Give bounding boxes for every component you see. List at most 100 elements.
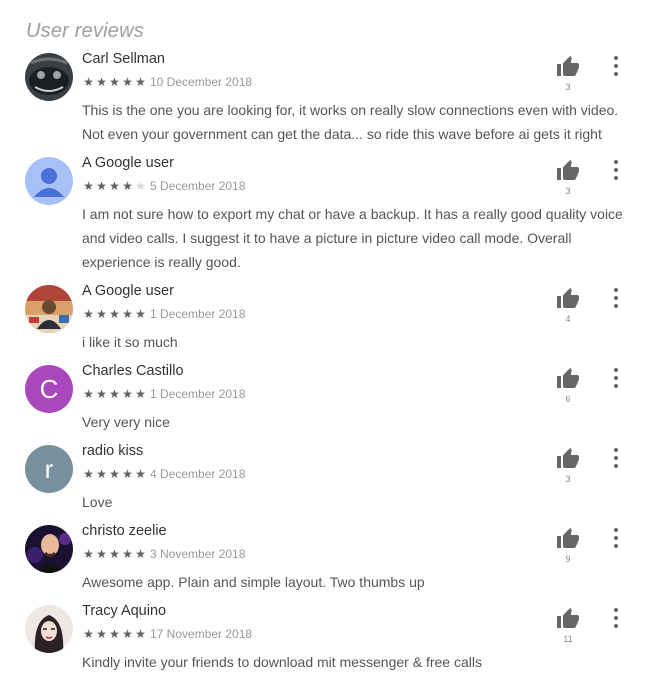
more-options-icon[interactable]: [609, 528, 623, 548]
menu-dot: [614, 288, 618, 292]
thumbs-up-icon[interactable]: [555, 159, 581, 183]
star-icon: ★: [135, 179, 146, 193]
review-date: 5 December 2018: [150, 179, 246, 193]
reviewer-name: Tracy Aquino: [82, 603, 167, 619]
star-icon: ★: [109, 387, 120, 401]
more-options-icon[interactable]: [609, 160, 623, 180]
review-date: 17 November 2018: [150, 627, 253, 641]
star-rating: ★ ★ ★ ★ ★: [82, 76, 147, 88]
star-icon: ★: [96, 387, 107, 401]
star-icon: ★: [109, 627, 120, 641]
reviewer-name: Charles Castillo: [82, 363, 184, 379]
star-icon: ★: [135, 467, 146, 481]
avatar-letter[interactable]: r: [25, 445, 73, 493]
menu-dot: [614, 448, 618, 452]
star-icon: ★: [135, 547, 146, 561]
review-meta: ★ ★ ★ ★ ★ 10 December 2018: [82, 75, 252, 89]
star-icon: ★: [135, 75, 146, 89]
review-date: 1 December 2018: [150, 387, 246, 401]
menu-dot: [614, 176, 618, 180]
menu-dot: [614, 608, 618, 612]
star-icon: ★: [83, 387, 94, 401]
star-icon: ★: [122, 467, 133, 481]
review-meta: ★ ★ ★ ★ ★ 17 November 2018: [82, 627, 252, 641]
avatar-initial: r: [44, 453, 54, 484]
review-meta: ★ ★ ★ ★ ★ 3 November 2018: [82, 547, 245, 561]
section-title: User reviews: [26, 20, 144, 42]
bald-man-photo[interactable]: [25, 525, 73, 573]
more-options-icon[interactable]: [609, 448, 623, 468]
dark-creature-photo[interactable]: [25, 53, 73, 101]
review-item: A Google user ★ ★ ★ ★ ★ 5 December 2018 I am no…: [0, 154, 647, 282]
star-icon: ★: [109, 179, 120, 193]
star-rating: ★ ★ ★ ★ ★: [82, 628, 147, 640]
review-date: 1 December 2018: [150, 307, 246, 321]
star-icon: ★: [83, 307, 94, 321]
star-rating: ★ ★ ★ ★ ★: [82, 548, 147, 560]
menu-dot: [614, 368, 618, 372]
star-icon: ★: [96, 467, 107, 481]
menu-dot: [614, 456, 618, 460]
review-text: Love: [82, 494, 113, 510]
star-icon: ★: [122, 387, 133, 401]
star-icon: ★: [122, 179, 133, 193]
review-text: Kindly invite your friends to download m…: [82, 654, 482, 670]
star-icon: ★: [122, 547, 133, 561]
menu-dot: [614, 616, 618, 620]
review-item: A Google user ★ ★ ★ ★ ★ 1 December 2018 i like …: [0, 282, 647, 362]
more-options-icon[interactable]: [609, 288, 623, 308]
review-meta: ★ ★ ★ ★ ★ 1 December 2018: [82, 307, 245, 321]
star-icon: ★: [109, 307, 120, 321]
menu-dot: [614, 64, 618, 68]
menu-dot: [614, 536, 618, 540]
star-rating: ★ ★ ★ ★ ★: [82, 468, 147, 480]
star-icon: ★: [83, 627, 94, 641]
star-icon: ★: [135, 387, 146, 401]
review-item: r radio kiss ★ ★ ★ ★ ★ 4 December 2018 Love 3: [0, 442, 647, 522]
helpful-count: 3: [565, 82, 571, 92]
helpful-count: 3: [565, 474, 571, 484]
star-icon: ★: [83, 467, 94, 481]
person-photo[interactable]: [25, 285, 73, 333]
star-icon: ★: [96, 75, 107, 89]
menu-dot: [614, 528, 618, 532]
star-icon: ★: [109, 75, 120, 89]
star-icon: ★: [122, 75, 133, 89]
thumbs-up-icon[interactable]: [555, 287, 581, 311]
star-icon: ★: [83, 75, 94, 89]
default-person-icon[interactable]: [25, 157, 73, 205]
menu-dot: [614, 464, 618, 468]
menu-dot: [614, 384, 618, 388]
menu-dot: [614, 296, 618, 300]
reviewer-name: A Google user: [82, 283, 174, 299]
star-icon: ★: [96, 179, 107, 193]
more-options-icon[interactable]: [609, 608, 623, 628]
avatar-initial: C: [39, 373, 59, 404]
review-text: I am not sure how to export my chat or h…: [82, 206, 623, 270]
menu-dot: [614, 304, 618, 308]
review-item: christo zeelie ★ ★ ★ ★ ★ 3 November 2018 Awesom…: [0, 522, 647, 602]
star-rating: ★ ★ ★ ★ ★: [82, 180, 147, 192]
review-item: Tracy Aquino ★ ★ ★ ★ ★ 17 November 2018 Kindly …: [0, 602, 647, 682]
star-icon: ★: [109, 547, 120, 561]
star-icon: ★: [83, 179, 94, 193]
menu-dot: [614, 72, 618, 76]
review-meta: ★ ★ ★ ★ ★ 4 December 2018: [82, 467, 245, 481]
star-rating: ★ ★ ★ ★ ★: [82, 308, 147, 320]
woman-sketch-photo[interactable]: [25, 605, 73, 653]
star-icon: ★: [96, 307, 107, 321]
avatar-letter[interactable]: C: [25, 365, 73, 413]
thumbs-up-icon[interactable]: [555, 447, 581, 471]
thumbs-up-icon[interactable]: [555, 55, 581, 79]
star-icon: ★: [96, 627, 107, 641]
thumbs-up-icon[interactable]: [555, 607, 581, 631]
more-options-icon[interactable]: [609, 368, 623, 388]
star-icon: ★: [96, 547, 107, 561]
star-icon: ★: [122, 627, 133, 641]
reviewer-name: Carl Sellman: [82, 51, 165, 67]
more-options-icon[interactable]: [609, 56, 623, 76]
thumbs-up-icon[interactable]: [555, 367, 581, 391]
review-date: 10 December 2018: [150, 75, 253, 89]
thumbs-up-icon[interactable]: [555, 527, 581, 551]
review-date: 4 December 2018: [150, 467, 246, 481]
